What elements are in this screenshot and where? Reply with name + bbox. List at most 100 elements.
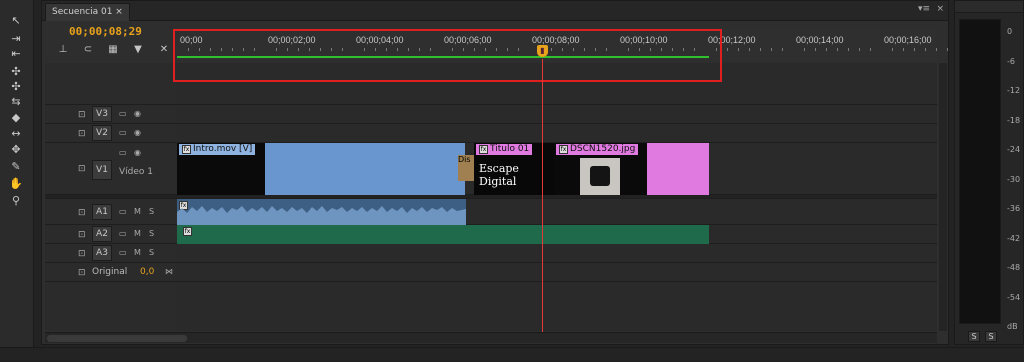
clip-dscn[interactable] xyxy=(647,143,709,195)
ruler-tick-label: 00;00;16;00 xyxy=(884,35,932,45)
selection-tool-icon[interactable]: ↖ xyxy=(8,14,24,28)
track-select-backward-icon[interactable]: ⇤ xyxy=(8,47,24,61)
clip-dscn-thumb[interactable]: fx DSCN1520.jpg xyxy=(554,143,647,195)
solo-button[interactable]: S xyxy=(149,229,154,238)
marker-icon[interactable]: ▼ xyxy=(130,44,146,56)
ruler-minor-tick xyxy=(782,48,783,51)
clip-audio-a1[interactable]: fx xyxy=(177,199,466,225)
track-label[interactable]: A3 xyxy=(92,245,112,261)
toggle-sync-icon[interactable]: ▭ xyxy=(119,128,127,137)
solo-button[interactable]: S xyxy=(149,248,154,257)
track-label[interactable]: A1 xyxy=(92,204,112,220)
add-marker-icon[interactable]: ▦ xyxy=(105,44,121,56)
track-header-v2: ⊡ V2 ▭ ◉ xyxy=(45,124,177,143)
clip-label: fx Titulo 01 xyxy=(476,144,533,155)
clip-transition[interactable]: Dis xyxy=(458,155,474,181)
ruler-minor-tick xyxy=(815,48,816,51)
track-a3[interactable] xyxy=(177,244,937,263)
master-label: Original xyxy=(92,267,128,277)
track-label[interactable]: V1 xyxy=(92,160,112,180)
ruler-minor-tick xyxy=(925,48,926,51)
clip-intro[interactable] xyxy=(265,143,465,195)
clip-audio-a2[interactable]: fx xyxy=(177,225,709,244)
razor-tool-icon[interactable]: ◆ xyxy=(8,111,24,125)
lock-icon[interactable]: ⊡ xyxy=(78,268,86,278)
wrench-icon[interactable]: ✕ xyxy=(156,44,172,56)
master-volume[interactable]: 0,0 xyxy=(140,267,154,277)
eye-icon[interactable]: ◉ xyxy=(134,109,141,118)
ruler-minor-tick xyxy=(749,48,750,51)
vertical-scrollbar[interactable] xyxy=(939,63,947,331)
toggle-sync-icon[interactable]: ▭ xyxy=(119,248,127,257)
transition-label: Dis xyxy=(458,155,471,164)
linked-selection-icon[interactable]: ⊂ xyxy=(80,44,96,56)
track-select-tool-icon[interactable]: ⇥ xyxy=(8,32,24,46)
solo-right-button[interactable]: S xyxy=(985,331,997,342)
tab-close-icon[interactable]: × xyxy=(115,7,123,17)
lock-icon[interactable]: ⊡ xyxy=(78,164,86,174)
solo-left-button[interactable]: S xyxy=(968,331,980,342)
audio-meter-panel: S S 0 -6 -12 -18 -24 -30 -36 -42 -48 -54 dB xyxy=(954,0,1024,345)
meter-bar xyxy=(959,19,1001,324)
meter-scale-label: -12 xyxy=(1007,86,1021,95)
tools-panel: ↖ ⇥ ⇤ ✣ ✣ ⇆ ◆ ↔ ✥ ✎ ✋ ⚲ xyxy=(0,0,34,362)
clip-intro-thumb[interactable]: fx Intro.mov [V] xyxy=(177,143,265,195)
ruler-minor-tick xyxy=(804,48,805,51)
track-label[interactable]: V3 xyxy=(92,106,112,122)
track-label[interactable]: A2 xyxy=(92,226,112,242)
tab-sequence[interactable]: Secuencia 01 × xyxy=(45,3,130,21)
lock-icon[interactable]: ⊡ xyxy=(78,230,86,240)
lock-icon[interactable]: ⊡ xyxy=(78,110,86,120)
toggle-sync-icon[interactable]: ▭ xyxy=(119,148,127,157)
fx-icon: fx xyxy=(182,145,191,154)
lock-icon[interactable]: ⊡ xyxy=(78,208,86,218)
ripple-edit-tool-icon[interactable]: ✣ xyxy=(8,65,24,79)
track-master[interactable] xyxy=(177,263,937,282)
mute-button[interactable]: M xyxy=(134,207,141,216)
toggle-sync-icon[interactable]: ▭ xyxy=(119,229,127,238)
track-header-v1: ⊡ V1 ▭ ◉ Vídeo 1 xyxy=(45,143,177,195)
clip-name: DSCN1520.jpg xyxy=(570,144,636,154)
ruler-minor-tick xyxy=(870,48,871,51)
zoom-tool-icon[interactable]: ⚲ xyxy=(8,194,24,208)
mute-button[interactable]: M xyxy=(134,229,141,238)
slide-tool-icon[interactable]: ✥ xyxy=(8,143,24,157)
ruler-minor-tick xyxy=(947,48,948,51)
lock-icon[interactable]: ⊡ xyxy=(78,129,86,139)
toggle-sync-icon[interactable]: ▭ xyxy=(119,109,127,118)
panel-menu-icon[interactable]: ▾≡ xyxy=(918,4,930,14)
clip-label: fx DSCN1520.jpg xyxy=(556,144,639,155)
track-v2[interactable] xyxy=(177,124,937,143)
track-v3[interactable] xyxy=(177,105,937,124)
ruler-minor-tick xyxy=(914,48,915,51)
track-header-a1: ⊡ A1 ▭ M S xyxy=(45,199,177,225)
slip-tool-icon[interactable]: ↔ xyxy=(8,127,24,141)
track-label[interactable]: V2 xyxy=(92,125,112,141)
highlight-annotation xyxy=(173,29,722,82)
panel-close-icon[interactable]: × xyxy=(936,4,944,14)
ruler-minor-tick xyxy=(760,48,761,51)
meter-scale-label: -24 xyxy=(1007,145,1021,154)
hand-tool-icon[interactable]: ✋ xyxy=(8,177,24,191)
eye-icon[interactable]: ◉ xyxy=(134,128,141,137)
horizontal-scrollbar[interactable] xyxy=(45,332,937,343)
clip-name: Intro.mov [V] xyxy=(193,144,253,154)
mute-button[interactable]: M xyxy=(134,248,141,257)
snap-icon[interactable]: ⊥ xyxy=(55,44,71,56)
toggle-sync-icon[interactable]: ▭ xyxy=(119,207,127,216)
timecode-display[interactable]: 00;00;08;29 xyxy=(69,25,142,38)
master-mute-icon[interactable]: ⋈ xyxy=(165,267,173,276)
lock-icon[interactable]: ⊡ xyxy=(78,249,86,259)
track-area[interactable]: fx Intro.mov [V] Dis fx Titulo 01 Escape D… xyxy=(177,63,937,331)
meter-scale-label: -36 xyxy=(1007,204,1021,213)
solo-button[interactable]: S xyxy=(149,207,154,216)
meter-scale-label: 0 xyxy=(1007,27,1013,36)
ruler-minor-tick xyxy=(848,48,849,51)
pen-tool-icon[interactable]: ✎ xyxy=(8,160,24,174)
meter-scale-label: -30 xyxy=(1007,174,1021,184)
rolling-edit-tool-icon[interactable]: ✣ xyxy=(8,80,24,94)
playhead-handle[interactable]: ▮ xyxy=(537,45,548,57)
eye-icon[interactable]: ◉ xyxy=(134,148,141,157)
scrollbar-thumb[interactable] xyxy=(47,335,187,342)
rate-stretch-tool-icon[interactable]: ⇆ xyxy=(8,95,24,109)
